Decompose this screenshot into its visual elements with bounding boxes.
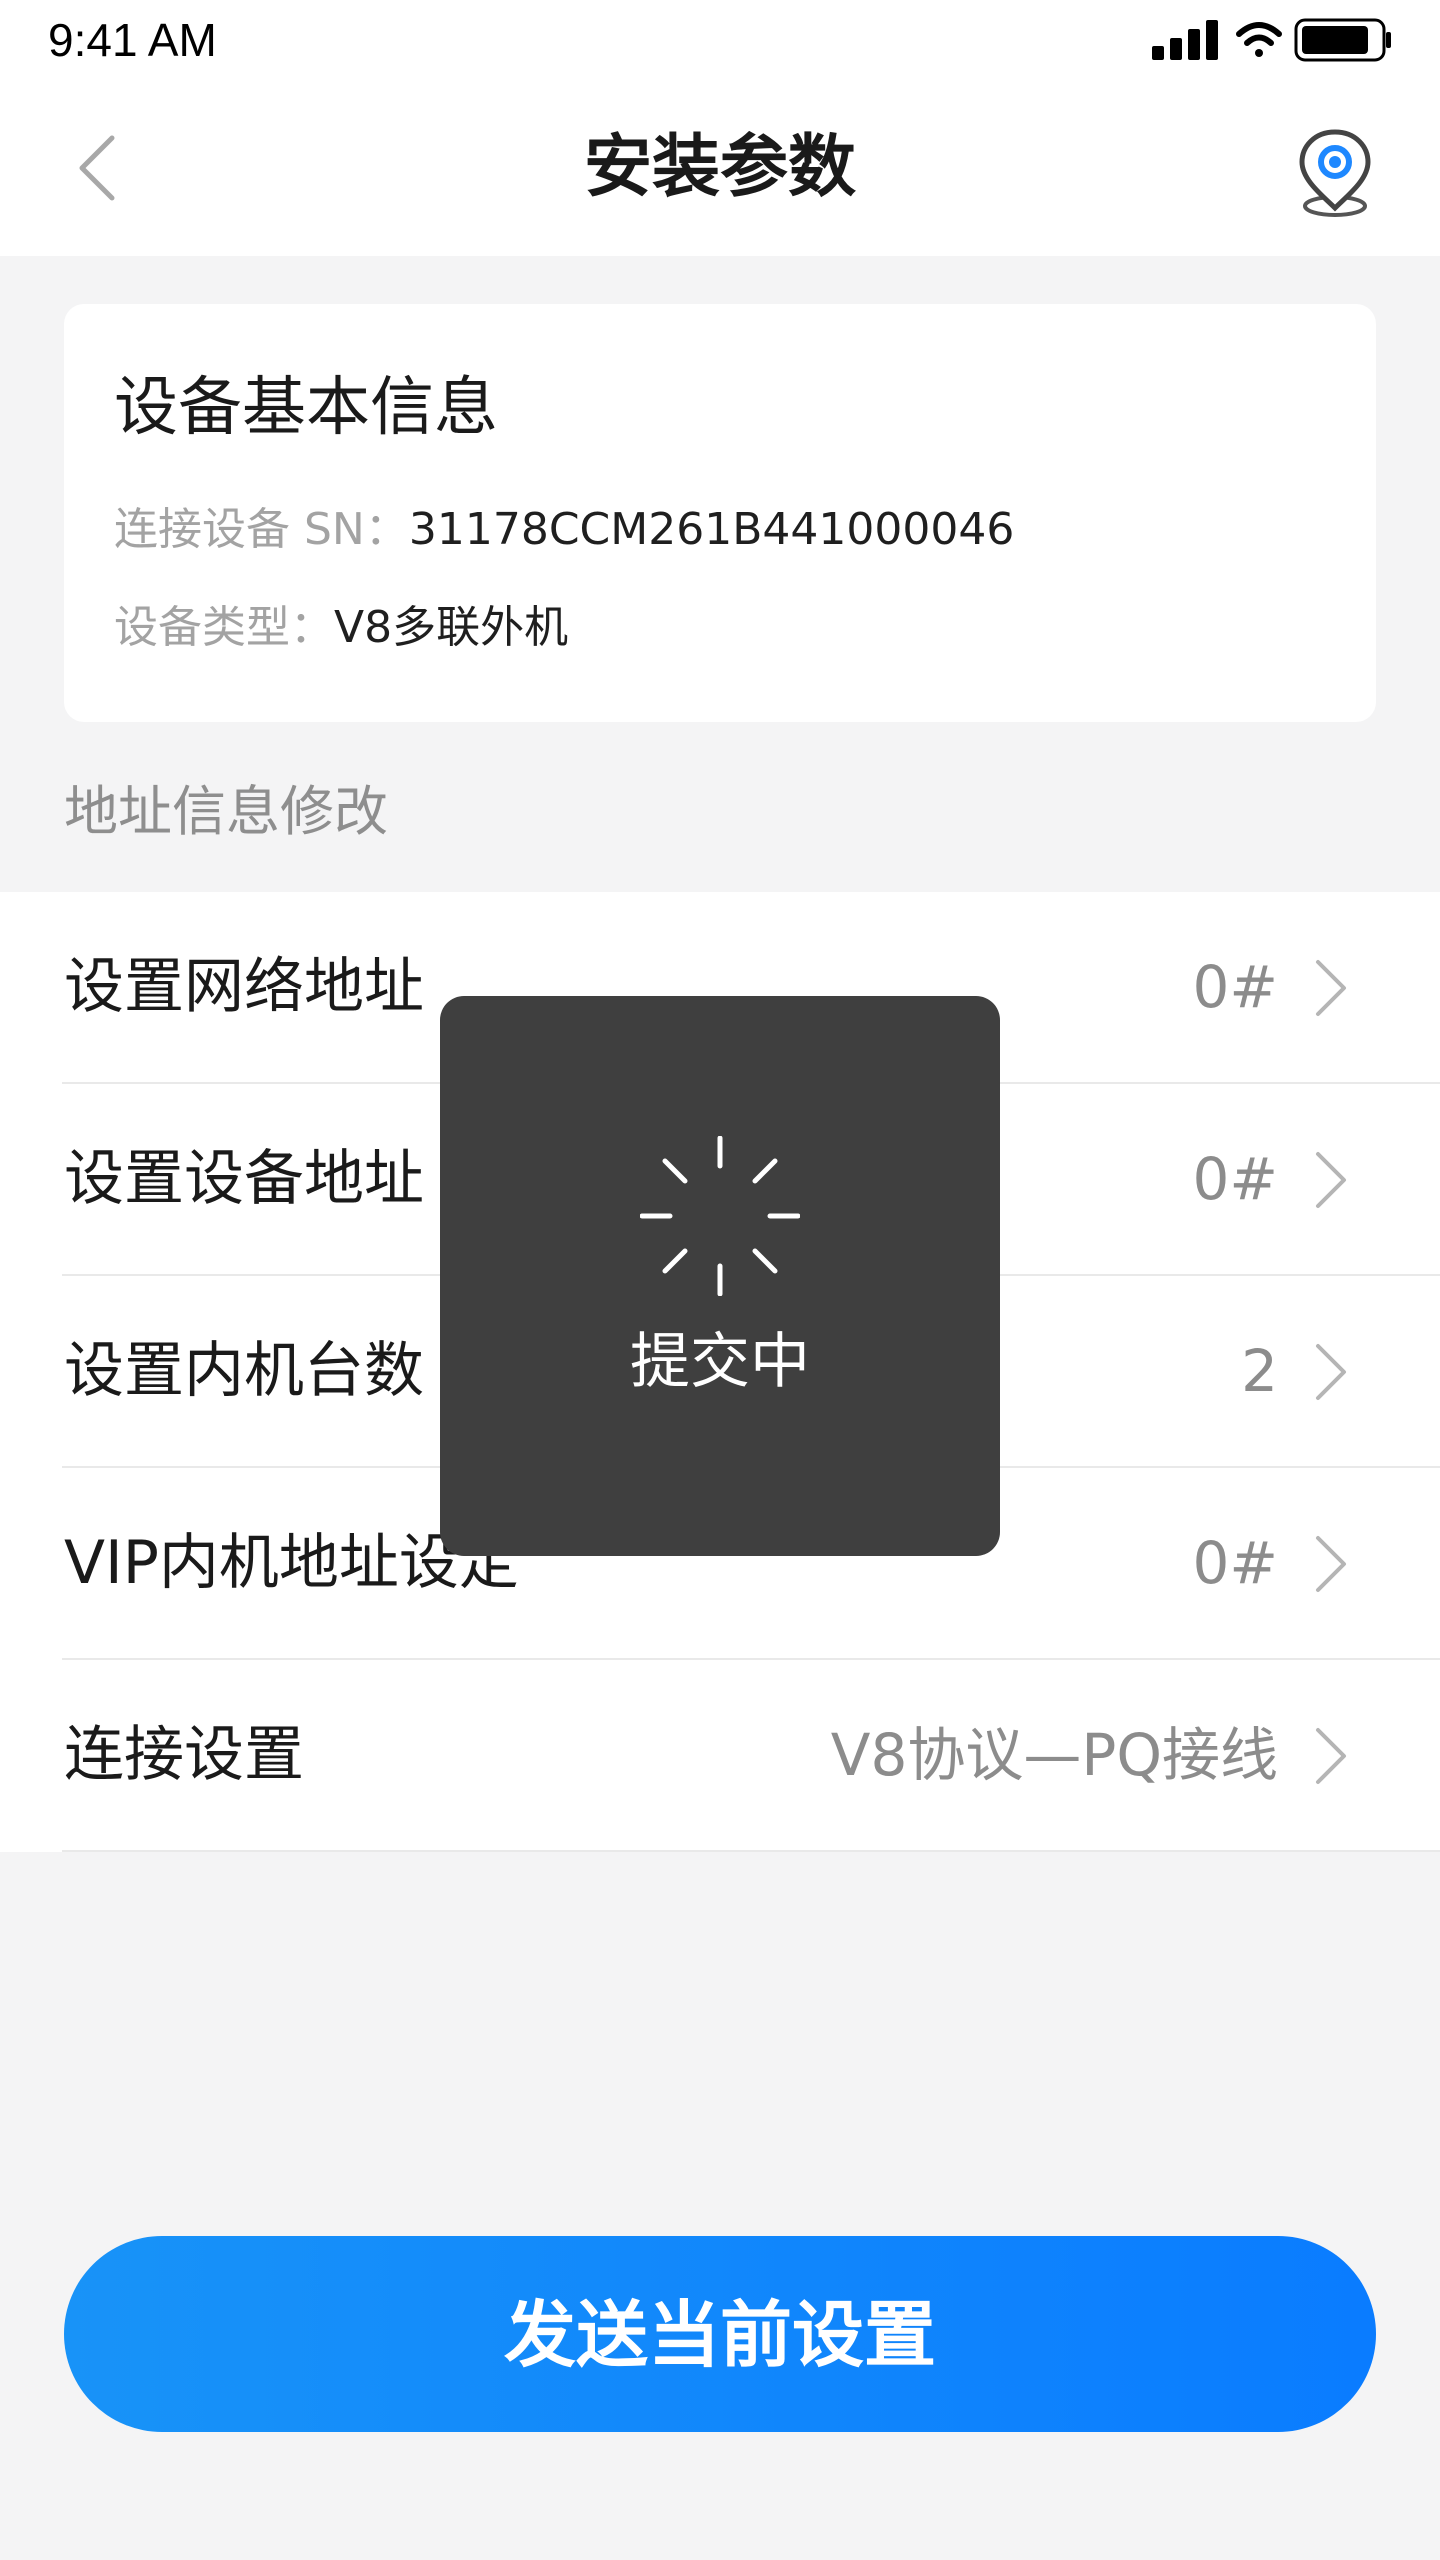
chevron-right-icon	[1316, 960, 1346, 1016]
device-type-value: V8多联外机	[334, 602, 569, 653]
setting-label: 设置内机台数	[64, 1336, 424, 1406]
setting-value: 0#	[1192, 1529, 1279, 1597]
setting-connection[interactable]: 连接设置 V8协议—PQ接线	[0, 1660, 1440, 1852]
status-time: 9:41 AM	[48, 14, 217, 66]
nav-bar: 安装参数	[0, 80, 1440, 256]
chevron-right-icon	[1316, 1344, 1346, 1400]
back-button[interactable]	[60, 120, 140, 216]
setting-label: 设置网络地址	[64, 952, 424, 1022]
setting-label: 设置设备地址	[64, 1144, 424, 1214]
setting-value: 2	[1241, 1337, 1278, 1405]
chevron-right-icon	[1316, 1728, 1346, 1784]
loading-toast: 提交中	[440, 996, 1000, 1556]
location-pin-icon	[1299, 129, 1371, 217]
sn-label: 连接设备 SN：	[114, 504, 409, 555]
device-info-card: 设备基本信息 连接设备 SN：31178CCM261B441000046 设备类…	[64, 304, 1376, 722]
device-type-label: 设备类型：	[114, 602, 334, 653]
location-button[interactable]	[1290, 124, 1380, 220]
send-settings-button[interactable]: 发送当前设置	[64, 2236, 1376, 2432]
setting-value: 0#	[1192, 1145, 1279, 1213]
setting-label: 连接设置	[64, 1720, 304, 1790]
chevron-left-icon	[79, 135, 115, 201]
loading-text: 提交中	[630, 1327, 810, 1397]
sn-row: 连接设备 SN：31178CCM261B441000046	[114, 500, 1014, 560]
sn-value: 31178CCM261B441000046	[408, 504, 1015, 555]
wifi-icon	[1236, 22, 1282, 57]
setting-value: V8协议—PQ接线	[830, 1721, 1278, 1789]
signal-icon	[1152, 20, 1218, 60]
section-header: 地址信息修改	[64, 780, 388, 843]
divider	[62, 1850, 1440, 1852]
status-bar: 9:41 AM	[0, 0, 1440, 80]
chevron-right-icon	[1316, 1152, 1346, 1208]
chevron-right-icon	[1316, 1536, 1346, 1592]
battery-icon	[1294, 18, 1391, 62]
device-info-title: 设备基本信息	[114, 371, 498, 445]
spinner-icon	[640, 1136, 800, 1296]
status-icons	[1152, 18, 1391, 62]
setting-value: 0#	[1192, 953, 1279, 1021]
device-type-row: 设备类型：V8多联外机	[114, 598, 568, 658]
page-title: 安装参数	[583, 128, 856, 207]
